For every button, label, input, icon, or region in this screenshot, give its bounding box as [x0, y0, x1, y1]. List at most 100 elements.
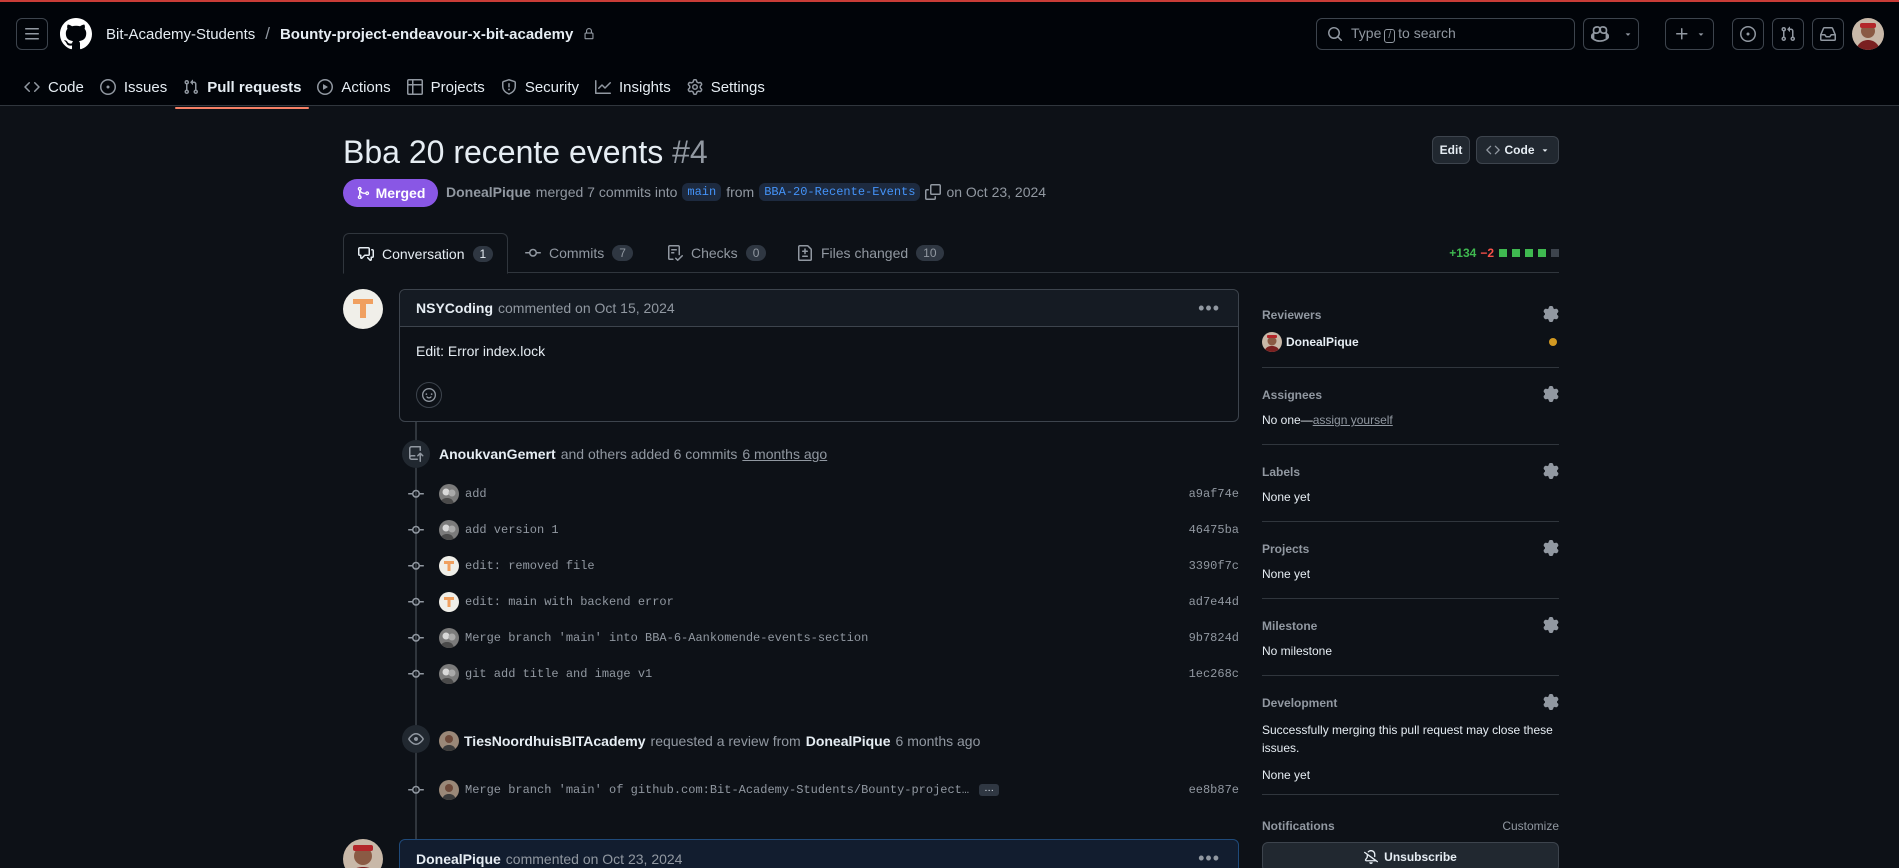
create-new-button[interactable]	[1665, 18, 1714, 50]
pending-review-dot	[1549, 338, 1557, 346]
gear-icon[interactable]	[1543, 540, 1559, 556]
development-value: None yet	[1262, 768, 1311, 782]
avatar[interactable]	[343, 289, 383, 329]
tab-issues[interactable]: Issues	[92, 66, 175, 108]
event-reviewer[interactable]: DonealPique	[806, 733, 891, 749]
tab-security[interactable]: Security	[493, 66, 587, 108]
commit-message[interactable]: Merge branch 'main' into BBA-6-Aankomend…	[465, 631, 868, 645]
tab-checks[interactable]: Checks 0	[653, 233, 780, 273]
tab-files-changed[interactable]: Files changed 10	[783, 233, 958, 273]
commit-message[interactable]: git add title and image v1	[465, 667, 652, 681]
commit-message[interactable]: edit: removed file	[465, 559, 595, 573]
commit-sha[interactable]: a9af74e	[1189, 487, 1239, 501]
git-commit-icon	[405, 558, 427, 574]
status-badge: Merged	[343, 179, 438, 207]
gear-icon[interactable]	[1543, 463, 1559, 479]
avatar[interactable]	[439, 780, 459, 800]
tab-projects[interactable]: Projects	[399, 66, 493, 108]
avatar[interactable]	[439, 520, 459, 540]
reviewer-item[interactable]: DonealPique	[1262, 332, 1359, 352]
avatar[interactable]	[439, 484, 459, 504]
sidebar-milestone: Milestone No milestone	[1262, 599, 1559, 676]
copy-icon[interactable]	[925, 184, 942, 200]
commit-sha[interactable]: ee8b87e	[1189, 783, 1239, 797]
add-reaction-button[interactable]	[416, 382, 442, 408]
git-commit-icon	[405, 522, 427, 538]
gear-icon[interactable]	[1543, 694, 1559, 710]
gear-icon[interactable]	[1543, 306, 1559, 322]
commit-sha[interactable]: 1ec268c	[1189, 667, 1239, 681]
commit-sha[interactable]: 9b7824d	[1189, 631, 1239, 645]
avatar[interactable]	[439, 731, 459, 751]
diffstat-block	[1538, 249, 1546, 257]
reviewer-name: DonealPique	[1286, 335, 1359, 349]
pr-author-link[interactable]: DonealPique	[446, 184, 531, 200]
tab-commits[interactable]: Commits 7	[511, 233, 647, 273]
owner-link[interactable]: Bit-Academy-Students	[106, 26, 255, 43]
milestone-value: No milestone	[1262, 644, 1333, 658]
repo-link[interactable]: Bounty-project-endeavour-x-bit-academy	[280, 26, 573, 43]
user-avatar[interactable]	[1852, 18, 1884, 50]
diffstat-block	[1551, 249, 1559, 257]
tab-insights[interactable]: Insights	[587, 66, 679, 108]
avatar[interactable]	[439, 628, 459, 648]
tab-code[interactable]: Code	[16, 66, 92, 108]
unsubscribe-button[interactable]: Unsubscribe	[1262, 842, 1559, 868]
pull-requests-button[interactable]	[1772, 18, 1804, 50]
event-time[interactable]: 6 months ago	[742, 446, 827, 462]
inbox-button[interactable]	[1812, 18, 1844, 50]
tab-settings[interactable]: Settings	[679, 66, 773, 108]
tab-label: Code	[48, 78, 84, 96]
search-shortcut-key: /	[1384, 29, 1396, 43]
comment-author[interactable]: NSYCoding	[416, 300, 493, 316]
comment-meta: commented on Oct 15, 2024	[498, 300, 675, 316]
commit-sha[interactable]: ad7e44d	[1189, 595, 1239, 609]
edit-button[interactable]: Edit	[1432, 136, 1470, 164]
avatar[interactable]	[343, 839, 383, 868]
tab-label: Projects	[430, 78, 485, 96]
global-header: Bit-Academy-Students / Bounty-project-en…	[0, 2, 1899, 109]
commit-row: add version 1 46475ba	[405, 520, 1239, 540]
commit-message[interactable]: add version 1	[465, 523, 559, 537]
tab-count: 7	[612, 245, 633, 261]
git-commit-icon	[405, 630, 427, 646]
search-input[interactable]: Type / to search	[1316, 18, 1575, 50]
kebab-horizontal-icon[interactable]: •••	[1198, 298, 1220, 319]
tab-actions[interactable]: Actions	[309, 66, 398, 108]
kebab-horizontal-icon[interactable]: •••	[1198, 848, 1220, 868]
triangle-down-icon	[1542, 149, 1547, 152]
commit-sha[interactable]: 46475ba	[1189, 523, 1239, 537]
avatar[interactable]	[439, 664, 459, 684]
base-branch[interactable]: main	[682, 183, 722, 201]
lock-icon	[583, 28, 595, 40]
avatar[interactable]	[439, 592, 459, 612]
head-branch[interactable]: BBA-20-Recente-Events	[759, 183, 921, 201]
sidebar-title: Reviewers	[1262, 308, 1322, 322]
issues-button[interactable]	[1732, 18, 1764, 50]
event-author[interactable]: TiesNoordhuisBITAcademy	[464, 733, 646, 749]
gear-icon[interactable]	[1543, 617, 1559, 633]
smiley-icon	[422, 388, 436, 402]
customize-link[interactable]: Customize	[1502, 819, 1559, 833]
tab-pull-requests[interactable]: Pull requests	[175, 66, 310, 109]
commit-message[interactable]: edit: main with backend error	[465, 595, 674, 609]
menu-button[interactable]	[16, 18, 48, 50]
commit-sha[interactable]: 3390f7c	[1189, 559, 1239, 573]
comment-author[interactable]: DonealPique	[416, 851, 501, 867]
breadcrumb-separator: /	[265, 24, 270, 43]
expand-commit-button[interactable]: …	[979, 784, 1000, 796]
commit-message[interactable]: Merge branch 'main' of github.com:Bit-Ac…	[465, 783, 969, 797]
github-logo-icon[interactable]	[60, 18, 92, 50]
assign-yourself-link[interactable]: assign yourself	[1313, 413, 1393, 427]
copilot-dropdown-button[interactable]	[1618, 18, 1639, 50]
event-author[interactable]: AnoukvanGemert	[439, 446, 556, 462]
deletions-count: −2	[1480, 246, 1494, 260]
sidebar-reviewers: Reviewers DonealPique	[1262, 300, 1559, 368]
commit-message[interactable]: add	[465, 487, 487, 501]
tab-conversation[interactable]: Conversation 1	[343, 233, 509, 274]
plus-icon	[1675, 28, 1687, 40]
code-button[interactable]: Code	[1476, 136, 1559, 164]
gear-icon[interactable]	[1543, 386, 1559, 402]
avatar[interactable]	[439, 556, 459, 576]
shield-icon	[501, 79, 517, 95]
